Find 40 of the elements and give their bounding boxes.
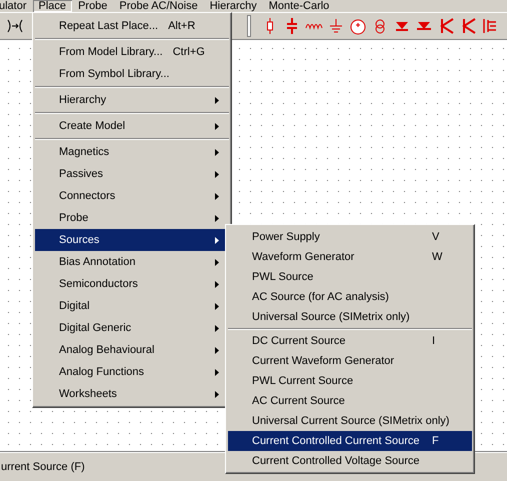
toolbar-grip-icon	[247, 15, 251, 37]
menu-item[interactable]: Current Waveform Generator	[228, 351, 472, 371]
menu-item[interactable]: AC Source (for AC analysis)	[228, 287, 472, 307]
menu-item[interactable]: Magnetics	[35, 141, 229, 163]
menu-item[interactable]: Repeat Last Place... Alt+R	[35, 15, 229, 37]
menu-item[interactable]: Connectors	[35, 185, 229, 207]
menu-item[interactable]: Current Controlled Current Source F	[228, 431, 472, 451]
menu-item[interactable]: AC Current Source	[228, 391, 472, 411]
menu-bar-item[interactable]: ulator	[0, 0, 33, 12]
menu-item[interactable]: Analog Behavioural	[35, 339, 229, 361]
menu-item[interactable]: Universal Current Source (SIMetrix only)	[228, 411, 472, 431]
menu-item[interactable]: Digital Generic	[35, 317, 229, 339]
menu-item[interactable]: Create Model	[35, 115, 229, 137]
mirror-icon[interactable]	[6, 17, 24, 35]
menu-item[interactable]: Hierarchy	[35, 89, 229, 111]
menu-item[interactable]: Analog Functions	[35, 361, 229, 383]
menu-item[interactable]: Passives	[35, 163, 229, 185]
status-text: urrent Source (F)	[1, 461, 85, 473]
menu-item[interactable]: PWL Current Source	[228, 371, 472, 391]
menu-bar-item[interactable]: Probe	[72, 0, 114, 12]
ground-icon[interactable]	[327, 17, 345, 35]
menu-item[interactable]: Power Supply V	[228, 227, 472, 247]
menu-item[interactable]: DC Current Source I	[228, 331, 472, 351]
mosfet-icon[interactable]	[481, 17, 499, 35]
menu-item[interactable]: From Model Library... Ctrl+G	[35, 41, 229, 63]
menu-bar-item[interactable]: Probe AC/Noise	[113, 0, 204, 12]
menu-item[interactable]: Bias Annotation	[35, 251, 229, 273]
menu-item[interactable]: From Symbol Library...	[35, 63, 229, 85]
menu-item[interactable]: Current Controlled Voltage Source	[228, 451, 472, 471]
menu-item[interactable]: Probe	[35, 207, 229, 229]
menu-bar-item[interactable]: Monte-Carlo	[262, 0, 336, 12]
menu-item[interactable]: Semiconductors	[35, 273, 229, 295]
menu-item[interactable]: Waveform Generator W	[228, 247, 472, 267]
menu-item[interactable]: Digital	[35, 295, 229, 317]
menu-item[interactable]: Worksheets	[35, 383, 229, 405]
menu-bar-item[interactable]: Hierarchy	[204, 0, 263, 12]
menu-bar-item[interactable]: Place	[32, 0, 72, 12]
menu-item[interactable]: PWL Source	[228, 267, 472, 287]
voltage-source-icon[interactable]	[349, 17, 367, 35]
menu-item[interactable]: Universal Source (SIMetrix only)	[228, 307, 472, 327]
